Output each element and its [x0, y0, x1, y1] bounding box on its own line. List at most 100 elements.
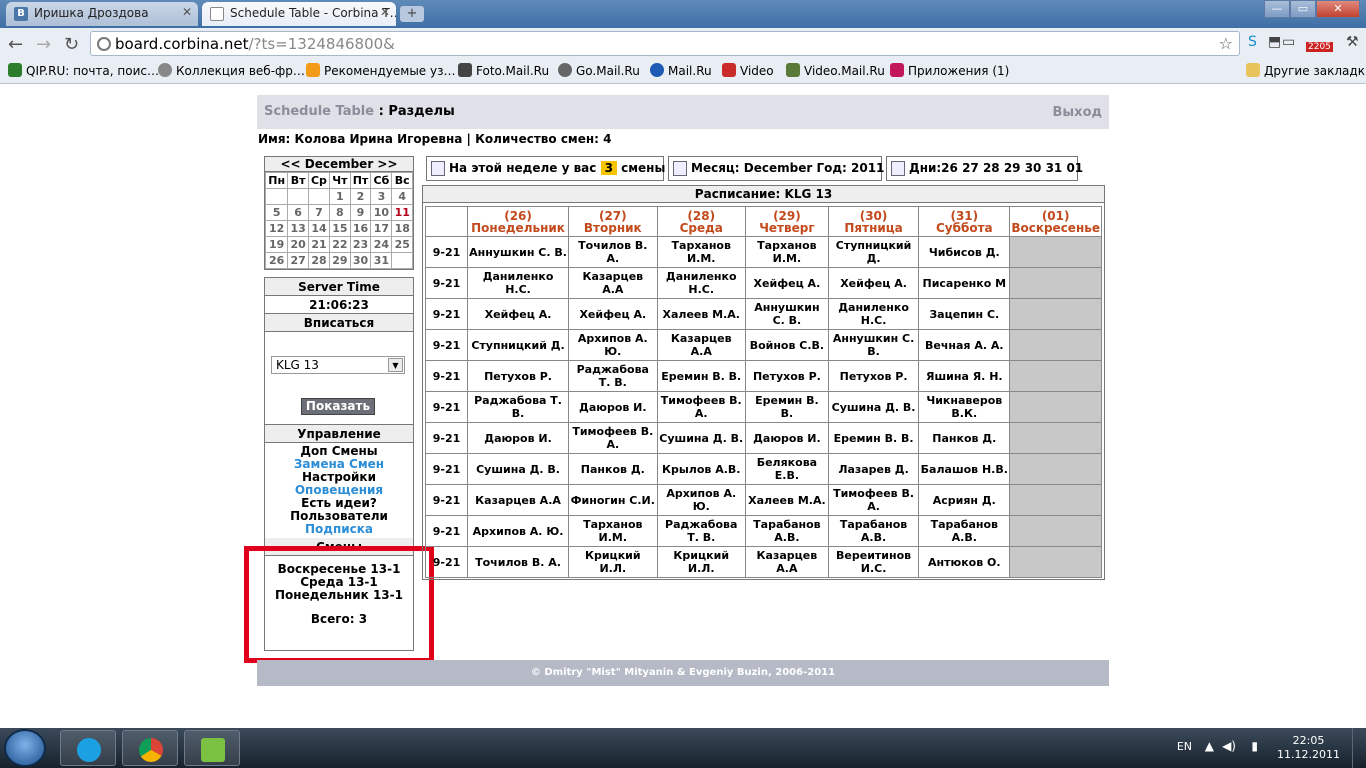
shift-cell[interactable]: Даниленко Н.С. — [466, 267, 570, 299]
skype-ext-icon[interactable]: S — [1248, 34, 1257, 50]
calendar-day[interactable]: 12 — [264, 220, 289, 237]
shift-cell[interactable]: Казарцев А.А — [656, 329, 746, 361]
show-desktop-button[interactable] — [1352, 728, 1366, 768]
calendar-day[interactable]: 14 — [307, 220, 331, 237]
shift-cell[interactable] — [1009, 329, 1102, 361]
shift-cell[interactable]: Архипов А. Ю. — [568, 329, 658, 361]
shift-cell[interactable]: Архипов А. Ю. — [466, 515, 570, 547]
calendar-day[interactable]: 11 — [391, 204, 413, 221]
shift-cell[interactable]: Чикнаверов В.К. — [918, 391, 1011, 423]
shift-cell[interactable] — [1009, 360, 1102, 392]
calendar-day[interactable]: 22 — [329, 236, 351, 253]
shift-cell[interactable]: Зацепин С. — [918, 298, 1011, 330]
shift-cell[interactable]: Вечная А. А. — [918, 329, 1011, 361]
shift-cell[interactable]: Финогин С.И. — [568, 484, 658, 516]
calendar-day[interactable]: 17 — [370, 220, 393, 237]
calendar-day[interactable]: 27 — [287, 252, 309, 269]
shift-cell[interactable]: Вереитинов И.С. — [827, 546, 920, 578]
shift-cell[interactable]: Даниленко Н.С. — [827, 298, 920, 330]
shift-cell[interactable]: Тарабанов А.В. — [744, 515, 829, 547]
shift-cell[interactable]: Тимофеев В. А. — [568, 422, 658, 454]
shift-cell[interactable]: Сушина Д. В. — [656, 422, 746, 454]
tab-close-icon[interactable]: ✕ — [380, 5, 390, 19]
shift-cell[interactable]: Тимофеев В. А. — [656, 391, 746, 423]
shift-cell[interactable] — [1009, 236, 1102, 268]
calendar-day[interactable]: 13 — [287, 220, 309, 237]
volume-icon[interactable]: ◀) — [1222, 739, 1236, 753]
bookmark-star-icon[interactable]: ☆ — [1219, 34, 1233, 53]
shift-cell[interactable]: Ступницкий Д. — [466, 329, 570, 361]
forward-icon[interactable]: → — [36, 34, 51, 55]
shift-cell[interactable]: Войнов С.В. — [744, 329, 829, 361]
shift-cell[interactable]: Хейфец А. — [568, 298, 658, 330]
calendar-day[interactable]: 15 — [329, 220, 351, 237]
calendar-day[interactable]: 10 — [370, 204, 393, 221]
tab-close-icon[interactable]: ✕ — [182, 5, 192, 19]
shift-cell[interactable]: Асриян Д. — [918, 484, 1011, 516]
bookmark-video[interactable]: Video — [722, 63, 774, 78]
extension-icon[interactable]: ⬒ — [1268, 34, 1281, 50]
shift-cell[interactable] — [1009, 484, 1102, 516]
shift-cell[interactable]: Антюков О. — [918, 546, 1011, 578]
shift-cell[interactable] — [1009, 546, 1102, 578]
shift-cell[interactable]: Писаренко М — [918, 267, 1011, 299]
bookmark-mail-ru[interactable]: Mail.Ru — [650, 63, 712, 78]
bookmark-video-mail[interactable]: Video.Mail.Ru — [786, 63, 885, 78]
shift-cell[interactable]: Казарцев А.А — [744, 546, 829, 578]
bookmark-go-mail[interactable]: Go.Mail.Ru — [558, 63, 640, 78]
shift-cell[interactable]: Хейфец А. — [466, 298, 570, 330]
shift-cell[interactable]: Точилов В. А. — [568, 236, 658, 268]
shift-cell[interactable]: Еремин В. В. — [656, 360, 746, 392]
shift-cell[interactable]: Панков Д. — [918, 422, 1011, 454]
shift-cell[interactable]: Халеев М.А. — [744, 484, 829, 516]
shift-cell[interactable] — [1009, 515, 1102, 547]
shift-cell[interactable]: Хейфец А. — [827, 267, 920, 299]
shift-cell[interactable]: Чибисов Д. — [918, 236, 1011, 268]
calendar-day[interactable]: 16 — [349, 220, 372, 237]
shift-cell[interactable]: Точилов В. А. — [466, 546, 570, 578]
shift-cell[interactable]: Раджабова Т. В. — [568, 360, 658, 392]
bookmark-apps[interactable]: Приложения (1) — [890, 63, 1009, 78]
shift-cell[interactable] — [1009, 422, 1102, 454]
calendar-day[interactable]: 31 — [370, 252, 393, 269]
shift-cell[interactable]: Казарцев А.А — [568, 267, 658, 299]
site-brand[interactable]: Schedule Table : Разделы — [264, 104, 455, 119]
calendar-day[interactable]: 26 — [264, 252, 289, 269]
calendar-day[interactable]: 30 — [349, 252, 372, 269]
network-icon[interactable]: ▮ — [1251, 739, 1258, 753]
show-hidden-icons[interactable]: ▲ — [1205, 739, 1214, 753]
calendar-day[interactable]: 9 — [349, 204, 372, 221]
calendar-day[interactable]: 28 — [307, 252, 331, 269]
shift-cell[interactable]: Тарабанов А.В. — [918, 515, 1011, 547]
shift-cell[interactable]: Петухов Р. — [744, 360, 829, 392]
shift-cell[interactable] — [1009, 391, 1102, 423]
calendar-day[interactable]: 21 — [307, 236, 331, 253]
clock[interactable]: 22:05 11.12.2011 — [1277, 734, 1340, 762]
shift-cell[interactable]: Аннушкин С. В. — [466, 236, 570, 268]
shift-cell[interactable]: Еремин В. В. — [744, 391, 829, 423]
address-bar[interactable]: board.corbina.net/?ts=1324846800& ☆ — [90, 31, 1240, 56]
shift-cell[interactable]: Панков Д. — [568, 453, 658, 485]
shift-cell[interactable]: Тарханов И.М. — [656, 236, 746, 268]
back-icon[interactable]: ← — [8, 34, 23, 55]
close-button[interactable]: ✕ — [1316, 0, 1360, 18]
shift-cell[interactable] — [1009, 453, 1102, 485]
shift-cell[interactable]: Тарханов И.М. — [568, 515, 658, 547]
shift-cell[interactable]: Крицкий И.Л. — [568, 546, 658, 578]
taskbar-app[interactable] — [184, 730, 240, 766]
maximize-button[interactable]: ▭ — [1290, 0, 1316, 18]
station-select[interactable]: KLG 13 ▼ — [271, 356, 405, 374]
calendar-day[interactable]: 25 — [391, 236, 413, 253]
start-button[interactable] — [4, 729, 46, 767]
calendar-month-nav[interactable]: << December >> — [265, 157, 413, 172]
minimize-button[interactable]: — — [1264, 0, 1290, 18]
shift-cell[interactable]: Балашов Н.В. — [918, 453, 1011, 485]
shift-cell[interactable]: Даюров И. — [466, 422, 570, 454]
shift-cell[interactable]: Крицкий И.Л. — [656, 546, 746, 578]
shift-cell[interactable]: Казарцев А.А — [466, 484, 570, 516]
shift-cell[interactable]: Ступницкий Д. — [827, 236, 920, 268]
taskbar-skype[interactable] — [60, 730, 116, 766]
shift-cell[interactable]: Тарабанов А.В. — [827, 515, 920, 547]
tab-vk[interactable]: В Иришка Дроздова ✕ — [6, 2, 198, 26]
calendar-day[interactable]: 4 — [391, 188, 413, 205]
